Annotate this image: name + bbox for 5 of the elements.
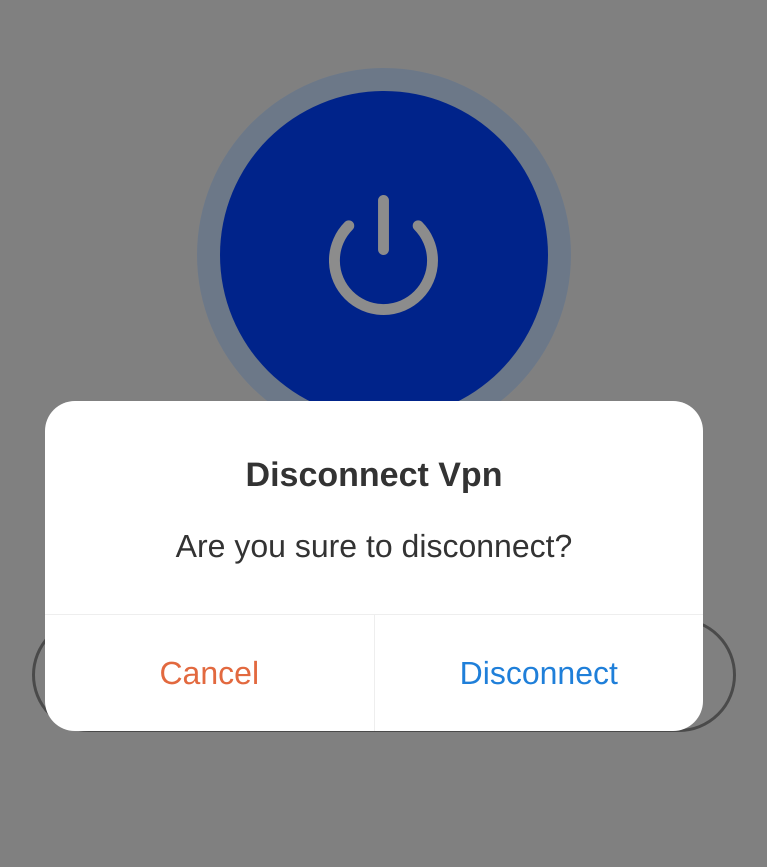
- disconnect-button[interactable]: Disconnect: [374, 615, 703, 731]
- dialog-title: Disconnect Vpn: [246, 455, 502, 495]
- cancel-button[interactable]: Cancel: [45, 615, 374, 731]
- power-icon: [329, 195, 438, 315]
- dialog-message: Are you sure to disconnect?: [176, 528, 572, 564]
